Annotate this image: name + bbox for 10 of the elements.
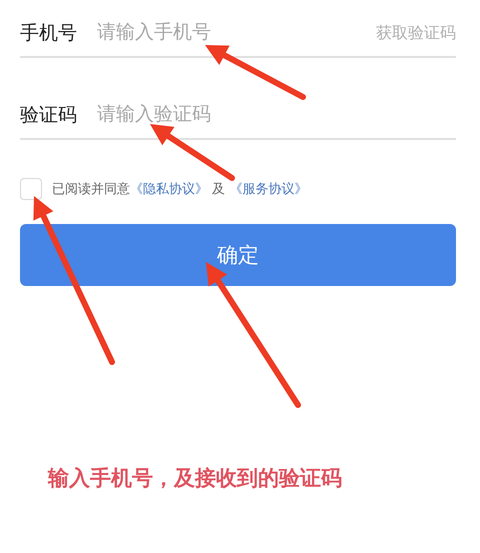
agreement-checkbox[interactable] <box>20 178 42 200</box>
phone-label: 手机号 <box>20 21 77 46</box>
confirm-button[interactable]: 确定 <box>20 224 456 286</box>
code-input[interactable]: 请输入验证码 <box>97 104 456 126</box>
agreement-text: 已阅读并同意《隐私协议》 及 《服务协议》 <box>52 181 308 198</box>
service-link[interactable]: 《服务协议》 <box>229 182 308 197</box>
caption-text: 输入手机号，及接收到的验证码 <box>46 465 343 492</box>
phone-input[interactable]: 请输入手机号 <box>97 22 356 44</box>
privacy-link[interactable]: 《隐私协议》 <box>130 182 208 197</box>
code-label: 验证码 <box>20 103 77 128</box>
